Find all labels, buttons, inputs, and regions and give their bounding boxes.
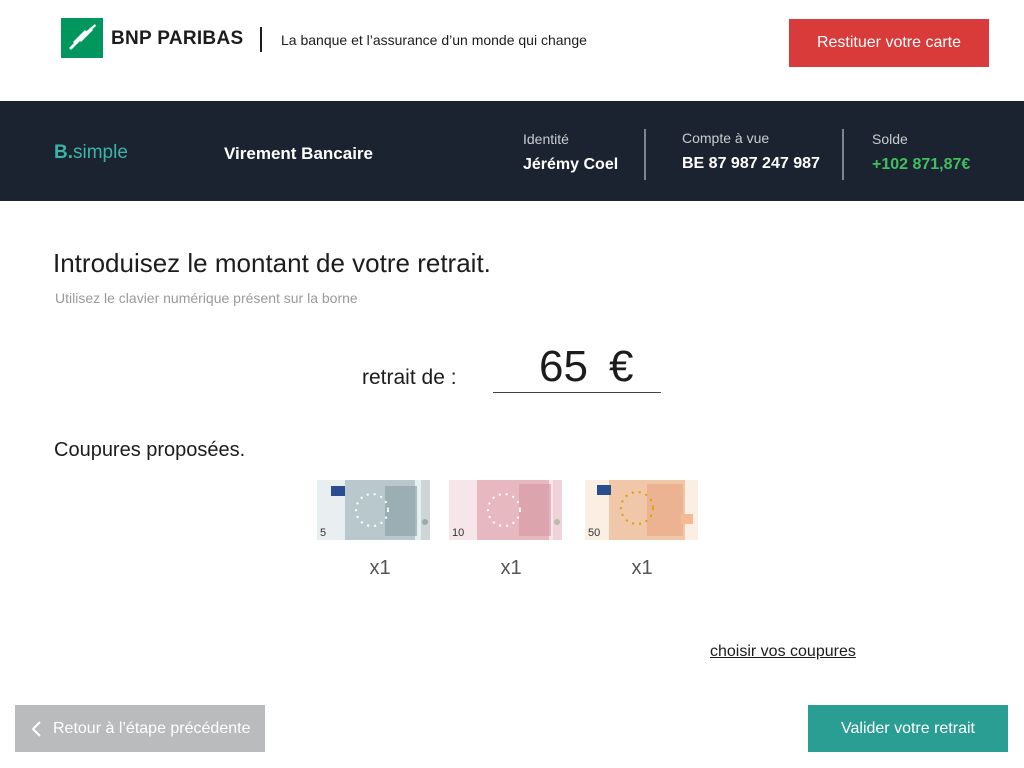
- balance-label: Solde: [872, 131, 908, 147]
- app-name-prefix: B.: [54, 142, 73, 163]
- app-name: B.simple: [54, 142, 128, 164]
- info-divider: [644, 129, 646, 180]
- page-subtitle: Utilisez le clavier numérique présent su…: [55, 290, 358, 306]
- amount-input[interactable]: 65 €: [493, 338, 661, 393]
- identity-label: Identité: [523, 131, 569, 147]
- back-button[interactable]: Retour à l’étape précédente: [15, 705, 265, 752]
- account-info-bar: B.simple Virement Bancaire Identité Jéré…: [0, 101, 1024, 201]
- banknote-10-value: 10: [452, 527, 464, 539]
- top-header: BNP PARIBAS La banque et l’assurance d’u…: [0, 0, 1024, 101]
- banknote-5-image: 5: [317, 480, 430, 540]
- balance-value: +102 871,87€: [872, 156, 971, 173]
- currency-symbol: €: [609, 342, 634, 391]
- operation-title: Virement Bancaire: [224, 144, 373, 163]
- identity-value: Jérémy Coel: [523, 156, 619, 173]
- return-card-button[interactable]: Restituer votre carte: [789, 19, 989, 67]
- banknote-50-value: 50: [588, 527, 600, 539]
- banknote-50-count: x1: [631, 557, 653, 579]
- balance-block: Solde +102 871,87€: [872, 131, 970, 174]
- account-label: Compte à vue: [682, 130, 770, 146]
- banknote-50-image: 50: [585, 480, 698, 540]
- header-divider: [260, 27, 262, 52]
- choose-denominations-link[interactable]: choisir vos coupures: [710, 643, 856, 661]
- chevron-left-icon: [31, 721, 41, 737]
- banknote-10-image: 10: [449, 480, 562, 540]
- brand-name: BNP PARIBAS: [111, 28, 244, 49]
- denominations-title: Coupures proposées.: [54, 439, 246, 461]
- back-button-label: Retour à l’étape précédente: [53, 719, 251, 737]
- bnp-logo-icon: [61, 18, 103, 58]
- page-title: Introduisez le montant de votre retrait.: [53, 248, 491, 278]
- app-name-suffix: simple: [73, 142, 128, 163]
- account-value: BE 87 987 247 987: [682, 155, 820, 172]
- amount-value: 65: [539, 342, 588, 391]
- banknote-10-count: x1: [500, 557, 522, 579]
- account-block: Compte à vue BE 87 987 247 987: [682, 130, 820, 173]
- identity-block: Identité Jérémy Coel: [523, 131, 618, 174]
- validate-withdrawal-button[interactable]: Valider votre retrait: [808, 705, 1008, 752]
- banknote-5-value: 5: [320, 527, 326, 539]
- withdraw-label: retrait de :: [362, 366, 457, 389]
- banknote-5-count: x1: [369, 557, 391, 579]
- info-divider: [842, 129, 844, 180]
- brand-tagline: La banque et l’assurance d’un monde qui …: [281, 32, 587, 48]
